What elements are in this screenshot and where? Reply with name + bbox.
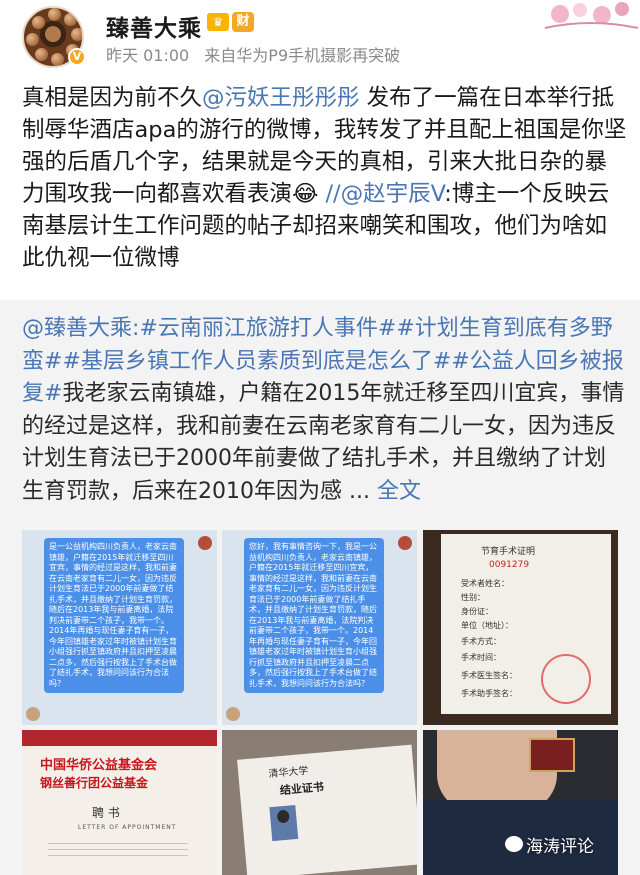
fund-name: 钢丝善行团公益基金	[40, 776, 149, 790]
surgery-field: 手术时间：	[461, 653, 501, 662]
chat-bubble: 您好，我有事情咨询一下，我是一公益机构四川负责人，老家云南镇雄，户籍在2015年…	[244, 538, 384, 693]
repost-body: 我老家云南镇雄，户籍在2015年就迁移至四川宜宾，事情的经过是这样，我和前妻在云…	[22, 381, 625, 504]
surgery-number: 0091279	[489, 560, 530, 570]
mention-link[interactable]: @污妖王彤彤彤	[202, 85, 360, 111]
certificate-title: 结业证书	[279, 780, 325, 798]
surgery-field: 受术者姓名：	[461, 579, 509, 588]
full-text-link[interactable]: 全文	[377, 479, 421, 504]
surgery-field: 手术医生签名：	[461, 671, 517, 680]
avatar	[398, 536, 412, 550]
letter-title: 聘 书	[92, 806, 120, 820]
mention-link[interactable]: @赵宇辰V	[341, 181, 445, 207]
post-meta: 昨天 01:00 来自华为P9手机摄影再突破	[106, 42, 410, 66]
chat-screenshot-image[interactable]: 您好，我有事情咨询一下，我是一公益机构四川负责人，老家云南镇雄，户籍在2015年…	[222, 530, 417, 725]
post-source[interactable]: 来自华为P9手机摄影再突破	[204, 46, 400, 65]
repost-card[interactable]: @臻善大乘:#云南丽江旅游打人事件##计划生育到底有多野蛮##基层乡镇工作人员素…	[0, 300, 640, 875]
surgery-field: 手术方式：	[461, 637, 501, 646]
wall-frame	[529, 738, 575, 772]
avatar	[198, 536, 212, 550]
hashtag-link[interactable]: #基层乡镇工作人员素质到底是怎么了#	[62, 349, 451, 374]
post-text-c: //	[318, 181, 341, 207]
letter-subtitle: LETTER OF APPOINTMENT	[78, 824, 177, 831]
surgery-certificate-image[interactable]: 节育手术证明 0091279 受术者姓名： 性别： 身份证： 单位（地址）： 手…	[423, 530, 618, 725]
surgery-field: 身份证：	[461, 607, 493, 616]
stamp-icon	[541, 654, 591, 704]
surgery-field: 手术助手签名：	[461, 689, 517, 698]
post-text-a: 真相是因为前不久	[22, 85, 203, 111]
red-band	[22, 730, 217, 746]
repost-author-link[interactable]: @臻善大乘	[22, 316, 132, 341]
post-text: 真相是因为前不久@污妖王彤彤彤 发布了一篇在日本举行抵制辱华酒店apa的游行的微…	[22, 82, 627, 274]
graduation-certificate-image[interactable]: 清华大学 结业证书	[222, 730, 417, 875]
avatar	[26, 707, 40, 721]
laugh-emoji-icon: 😂	[292, 181, 319, 207]
avatar	[226, 707, 240, 721]
wechat-icon	[505, 836, 523, 852]
hashtag-link[interactable]: #云南丽江旅游打人事件#	[139, 316, 396, 341]
certificate-paper: 清华大学 结业证书	[237, 744, 417, 875]
chat-screenshot-image[interactable]: 是一公益机构四川负责人，老家云南镇雄，户籍在2015年就迁移至四川宜宾，事情的经…	[22, 530, 217, 725]
crown-icon[interactable]: ♛	[207, 13, 229, 31]
cai-badge-icon[interactable]: 财	[232, 12, 254, 32]
decoration-icon	[544, 2, 639, 29]
verified-icon: V	[68, 48, 86, 66]
school-name: 清华大学	[268, 765, 309, 781]
portrait-photo	[269, 804, 299, 842]
certificate-paper: 节育手术证明 0091279 受术者姓名： 性别： 身份证： 单位（地址）： 手…	[441, 534, 611, 714]
surgery-field: 性别：	[461, 593, 485, 602]
post-header: V 臻善大乘 ♛ 财 昨天 01:00 来自华为P9手机摄影再突破	[0, 0, 640, 80]
surgery-field: 单位（地址）：	[461, 621, 513, 630]
text-lines	[48, 838, 188, 860]
org-name: 中国华侨公益基金会	[40, 758, 158, 773]
repost-text: @臻善大乘:#云南丽江旅游打人事件##计划生育到底有多野蛮##基层乡镇工作人员素…	[22, 313, 627, 508]
watermark: 海涛评论	[526, 837, 594, 857]
appointment-letter-image[interactable]: 中国华侨公益基金会 钢丝善行团公益基金 聘 书 LETTER OF APPOIN…	[22, 730, 217, 875]
chat-bubble: 是一公益机构四川负责人，老家云南镇雄，户籍在2015年就迁移至四川宜宾，事情的经…	[44, 538, 184, 693]
surgery-title: 节育手术证明	[481, 547, 536, 557]
post-time: 昨天 01:00	[106, 46, 190, 65]
username[interactable]: 臻善大乘	[106, 9, 202, 43]
